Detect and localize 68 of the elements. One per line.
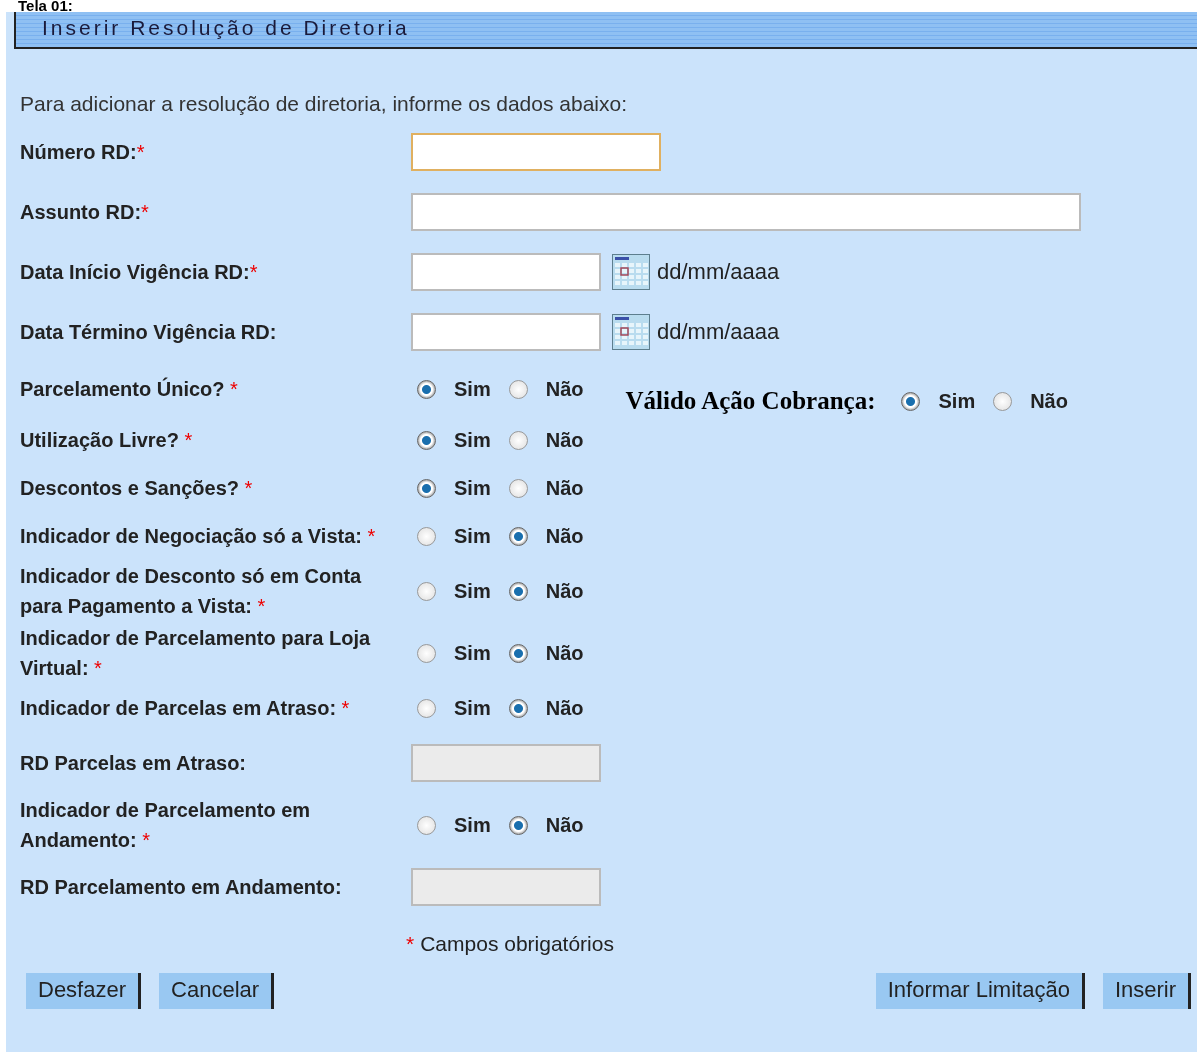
radio-button[interactable]	[417, 815, 436, 835]
date-field[interactable]	[411, 313, 601, 351]
date-format-hint: dd/mm/aaaa	[657, 319, 780, 345]
field-label: Indicador de Parcelas em Atraso: *	[20, 696, 351, 721]
radio-button[interactable]	[417, 430, 436, 450]
radio-label: Não	[1030, 389, 1068, 413]
radio-label: Sim	[938, 389, 976, 413]
required-note: Campos obrigatórios	[420, 932, 614, 956]
field-label: Indicador de Parcelamento em Andamento: *	[20, 798, 312, 853]
radio-button[interactable]	[508, 698, 528, 718]
text-field[interactable]	[411, 133, 661, 171]
page-heading: Tela 01:	[17, 0, 74, 12]
radio-button[interactable]	[417, 478, 436, 498]
field-label: Descontos e Sanções? *	[20, 476, 254, 501]
calendar-icon[interactable]	[612, 254, 650, 290]
field-label: Assunto RD:*	[20, 200, 150, 225]
radio-label: Não	[545, 696, 584, 720]
radio-button[interactable]	[417, 526, 436, 546]
radio-button[interactable]	[508, 478, 528, 498]
radio-label: Sim	[454, 813, 491, 837]
text-field[interactable]	[411, 193, 1081, 231]
radio-button[interactable]	[417, 379, 436, 399]
radio-label: Não	[545, 813, 584, 837]
radio-button[interactable]	[508, 430, 528, 450]
radio-label: Sim	[454, 476, 491, 500]
radio-button[interactable]	[508, 581, 528, 601]
radio-label: Sim	[454, 428, 491, 452]
radio-button[interactable]	[508, 643, 528, 663]
field-label: Data Término Vigência RD:	[20, 320, 278, 345]
field-label: Utilização Livre? *	[20, 428, 194, 453]
action-button[interactable]: Informar Limitação	[875, 973, 1085, 1009]
radio-label: Não	[545, 579, 584, 603]
radio-button[interactable]	[417, 581, 436, 601]
radio-button[interactable]	[417, 698, 436, 718]
calendar-icon[interactable]	[612, 314, 650, 350]
window-title: Inserir Resolução de Diretoria	[14, 12, 1197, 49]
radio-label: Sim	[454, 524, 491, 548]
radio-button[interactable]	[508, 379, 528, 399]
field-label: Indicador de Negociação só a Vista: *	[20, 524, 377, 549]
radio-label: Sim	[454, 579, 491, 603]
radio-button[interactable]	[901, 391, 921, 411]
field-label: Indicador de Desconto só em Conta para Pagamento a Vista: *	[20, 564, 363, 619]
field-label: Data Início Vigência RD:*	[20, 260, 259, 285]
radio-label: Sim	[454, 696, 491, 720]
radio-button[interactable]	[993, 391, 1013, 411]
required-mark: *	[406, 932, 415, 956]
date-format-hint: dd/mm/aaaa	[657, 259, 780, 285]
action-button[interactable]: Desfazer	[26, 973, 142, 1009]
radio-button[interactable]	[508, 526, 528, 546]
radio-label: Não	[545, 428, 584, 452]
field-label: Número RD:*	[20, 140, 146, 165]
field-label: RD Parcelamento em Andamento:	[20, 875, 343, 900]
radio-label: Não	[545, 524, 584, 548]
radio-label: Não	[545, 476, 584, 500]
radio-label: Sim	[454, 641, 491, 665]
action-button[interactable]: Cancelar	[159, 973, 275, 1009]
radio-label: Não	[545, 641, 584, 665]
field-label: Válido Ação Cobrança:	[625, 387, 876, 415]
radio-button[interactable]	[417, 643, 436, 663]
radio-button[interactable]	[508, 815, 528, 835]
date-field[interactable]	[411, 253, 601, 291]
radio-label: Sim	[454, 377, 491, 401]
field-label: Indicador de Parcelamento para Loja Virtual: *	[20, 626, 372, 681]
field-label: RD Parcelas em Atraso:	[20, 751, 248, 776]
intro-text: Para adicionar a resolução de diretoria, informe os dados abaixo:	[19, 91, 629, 117]
action-button[interactable]: Inserir	[1102, 973, 1191, 1009]
radio-label: Não	[545, 377, 584, 401]
field-label: Parcelamento Único? *	[20, 376, 239, 402]
